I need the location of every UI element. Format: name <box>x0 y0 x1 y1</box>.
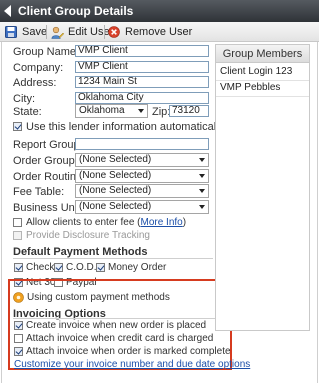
address-input[interactable]: 1234 Main St <box>75 76 209 88</box>
payment-cod-label: C.O.D. <box>66 262 97 273</box>
address-label: Address: <box>13 77 57 89</box>
invoice-on-complete-label: Attach invoice when order is marked comp… <box>26 346 231 357</box>
remove-user-button[interactable]: Remove User <box>108 25 192 40</box>
customize-invoice-link[interactable]: Customize your invoice number and due da… <box>14 359 250 370</box>
payment-cod-checkbox[interactable] <box>54 263 63 272</box>
allow-fee-row: Allow clients to enter fee (More Info) <box>26 217 187 228</box>
state-label: State: <box>13 106 42 118</box>
payment-money-order-checkbox[interactable] <box>96 263 105 272</box>
member-list-item[interactable]: Client Login 123 <box>220 66 292 77</box>
group-members-panel: Group Members Client Login 123 VMP Pebbl… <box>215 44 310 331</box>
order-group-select-value: (None Selected) <box>79 154 152 165</box>
toolbar-divider <box>104 25 105 39</box>
company-label: Company: <box>13 62 64 74</box>
invoice-on-card-charge-label: Attach invoice when credit card is charg… <box>26 333 214 344</box>
use-lender-info-label: Use this lender information automaticall… <box>26 121 225 133</box>
fee-table-select[interactable]: (None Selected) <box>75 184 209 198</box>
divider <box>216 80 309 81</box>
group-name-input[interactable]: VMP Client <box>75 45 209 57</box>
payment-check-checkbox[interactable] <box>14 263 23 272</box>
remove-icon <box>108 26 120 38</box>
city-input[interactable]: Oklahoma City <box>75 92 209 104</box>
payment-check-label: Check <box>26 262 55 273</box>
disclosure-tracking-checkbox <box>13 231 22 240</box>
chevron-down-icon <box>199 158 205 162</box>
window-title: Client Group Details <box>18 4 134 18</box>
group-members-heading: Group Members <box>216 45 309 63</box>
state-select[interactable]: Oklahoma <box>75 104 148 118</box>
report-group-label: Report Group: <box>13 139 83 151</box>
city-label: City: <box>13 93 35 105</box>
zip-input[interactable]: 73120 <box>169 105 209 117</box>
save-button-label: Save <box>22 26 48 38</box>
remove-user-button-label: Remove User <box>125 26 193 38</box>
allow-fee-label: Allow clients to enter fee <box>26 217 135 228</box>
zip-label: Zip: <box>152 106 171 118</box>
order-group-select[interactable]: (None Selected) <box>75 153 209 167</box>
report-group-input[interactable] <box>75 138 209 150</box>
floppy-disk-icon <box>5 26 17 38</box>
toolbar-divider <box>46 25 47 39</box>
more-info-link[interactable]: More Info <box>141 217 183 228</box>
invoice-on-new-order-label: Create invoice when new order is placed <box>26 320 207 331</box>
chevron-down-icon <box>199 174 205 178</box>
use-lender-info-checkbox[interactable] <box>13 122 22 131</box>
save-button[interactable]: Save <box>5 25 47 40</box>
order-routing-select[interactable]: (None Selected) <box>75 169 209 183</box>
chevron-down-icon <box>199 189 205 193</box>
user-edit-icon <box>51 26 64 39</box>
disclosure-tracking-label: Provide Disclosure Tracking <box>26 230 150 241</box>
company-input[interactable]: VMP Client <box>75 61 209 73</box>
allow-fee-checkbox[interactable] <box>13 218 22 227</box>
business-units-select[interactable]: (None Selected) <box>75 200 209 214</box>
payment-methods-heading: Default Payment Methods <box>13 246 148 258</box>
business-units-select-value: (None Selected) <box>79 201 152 212</box>
edit-user-button-label: Edit User <box>68 26 114 38</box>
state-select-value: Oklahoma <box>79 105 125 116</box>
edit-user-button[interactable]: Edit User <box>51 25 114 40</box>
divider <box>13 258 213 259</box>
window-title-bar: Client Group Details <box>0 0 319 22</box>
chevron-down-icon <box>199 205 205 209</box>
order-group-label: Order Group: <box>13 155 78 167</box>
invoice-on-card-charge-checkbox[interactable] <box>14 334 23 343</box>
fee-table-label: Fee Table: <box>13 186 65 198</box>
invoice-on-new-order-checkbox[interactable] <box>14 321 23 330</box>
member-list-item[interactable]: VMP Pebbles <box>220 82 280 93</box>
toolbar: Save Edit User Remove User <box>0 22 319 42</box>
collapse-arrow-icon[interactable] <box>4 5 11 17</box>
payment-money-order-label: Money Order <box>108 262 167 273</box>
order-routing-select-value: (None Selected) <box>79 170 152 181</box>
divider <box>216 96 309 97</box>
fee-table-select-value: (None Selected) <box>79 185 152 196</box>
chevron-down-icon <box>138 109 144 113</box>
divider <box>13 318 228 319</box>
invoice-on-complete-checkbox[interactable] <box>14 347 23 356</box>
group-name-label: Group Name: <box>13 46 80 58</box>
